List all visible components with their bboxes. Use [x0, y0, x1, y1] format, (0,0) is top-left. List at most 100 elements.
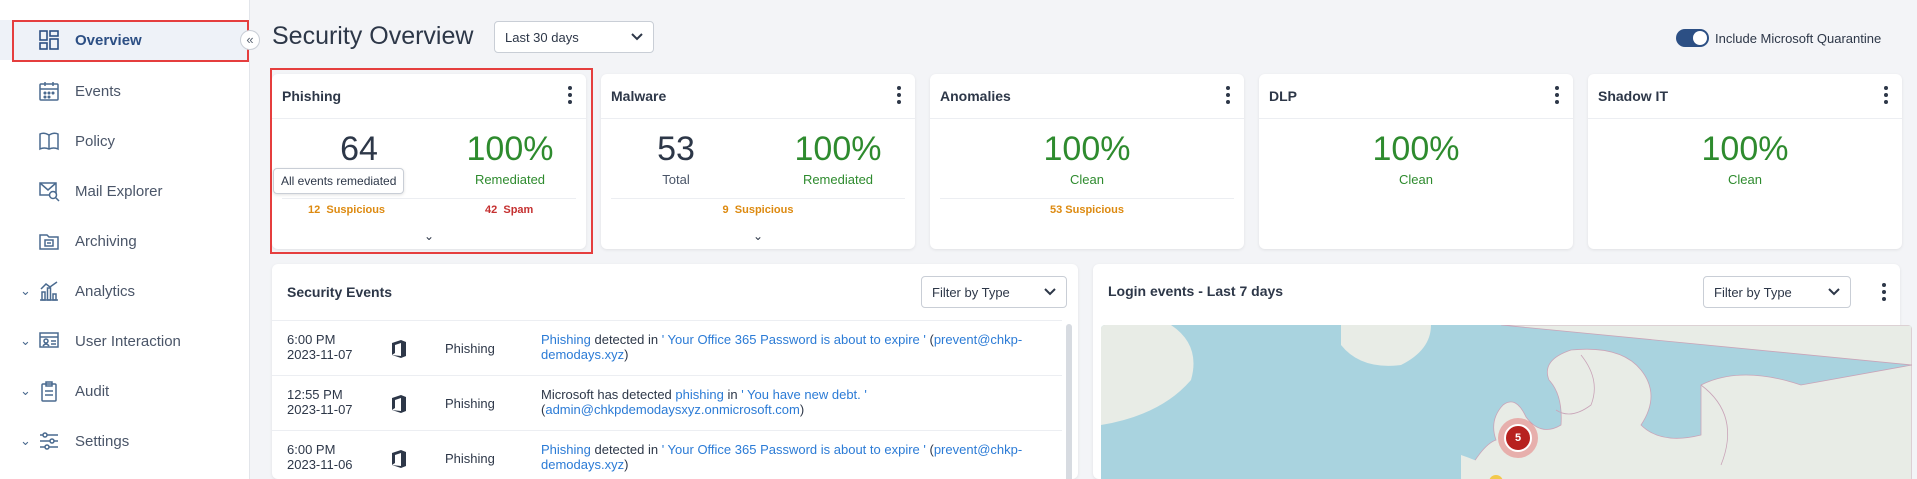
- world-map[interactable]: 5: [1101, 325, 1912, 479]
- sidebar-item-label: Audit: [75, 382, 110, 400]
- event-time: 12:55 PM 2023-11-07: [287, 387, 353, 417]
- chevron-down-icon: ⌄: [20, 383, 31, 398]
- sidebar-item-mail-explorer[interactable]: Mail Explorer: [0, 171, 250, 211]
- sidebar-item-audit[interactable]: ⌄ Audit: [0, 371, 250, 411]
- card-title: DLP: [1269, 88, 1297, 104]
- sidebar: Overview Events Policy Mail Explorer Arc…: [0, 0, 250, 479]
- malware-total-stat: 53 Total: [601, 130, 751, 187]
- sidebar-item-label: Mail Explorer: [75, 182, 163, 200]
- quarantine-toggle[interactable]: [1676, 29, 1709, 47]
- office-icon: [392, 395, 406, 413]
- kebab-menu-icon[interactable]: [1884, 86, 1888, 104]
- sidebar-item-user-interaction[interactable]: ⌄ User Interaction: [0, 321, 250, 361]
- card-title: Anomalies: [940, 88, 1011, 104]
- stat-value: 100%: [794, 130, 882, 168]
- divider: [601, 118, 915, 119]
- chevron-down-icon[interactable]: ⌄: [424, 229, 434, 243]
- kebab-menu-icon[interactable]: [568, 86, 572, 104]
- card-title: Shadow IT: [1598, 88, 1668, 104]
- spam-badge[interactable]: 42 Spam: [485, 204, 533, 216]
- phishing-remediated-stat: 100% Remediated: [435, 130, 585, 187]
- suspicious-badge[interactable]: 12 Suspicious: [308, 204, 385, 216]
- sidebar-item-label: Archiving: [75, 232, 137, 250]
- chevron-down-icon: [631, 33, 643, 41]
- malware-card[interactable]: Malware 53 Total 100% Remediated 9 Suspi…: [601, 74, 915, 249]
- double-chevron-left-icon[interactable]: «: [240, 30, 260, 50]
- phishing-card[interactable]: Phishing 64 100% Remediated 12 Suspiciou…: [272, 74, 586, 249]
- sidebar-item-archiving[interactable]: Archiving: [0, 221, 250, 261]
- event-type-filter[interactable]: Filter by Type: [921, 276, 1067, 308]
- divider: [1588, 118, 1902, 119]
- security-events-panel: Security Events Filter by Type 6:00 PM 20…: [272, 264, 1078, 479]
- remediated-tooltip: All events remediated: [273, 168, 405, 194]
- stat-value: 100%: [1043, 130, 1131, 168]
- stat-label: Remediated: [802, 172, 874, 187]
- stat-label: Total: [662, 172, 690, 187]
- table-row[interactable]: 12:55 PM 2023-11-07 Phishing Microsoft ha…: [272, 375, 1062, 430]
- stat-value: 64: [340, 130, 378, 168]
- sidebar-item-label: User Interaction: [75, 332, 181, 350]
- sidebar-item-label: Policy: [75, 132, 116, 150]
- active-highlight: [12, 20, 249, 62]
- kebab-menu-icon[interactable]: [897, 86, 901, 104]
- sidebar-item-label: Settings: [75, 432, 130, 450]
- book-icon: [39, 132, 59, 151]
- panel-title: Security Events: [287, 284, 393, 300]
- sidebar-item-events[interactable]: Events: [0, 71, 250, 111]
- archive-icon: [39, 234, 59, 250]
- sidebar-item-settings[interactable]: ⌄ Settings: [0, 421, 250, 461]
- anomalies-card[interactable]: Anomalies 100% Clean 53 Suspicious: [930, 74, 1244, 249]
- login-cluster-marker[interactable]: 5: [1498, 418, 1538, 458]
- sidebar-item-label: Events: [75, 82, 121, 100]
- filter-value: Filter by Type: [932, 284, 1010, 300]
- kebab-menu-icon[interactable]: [1555, 86, 1559, 104]
- divider: [272, 118, 586, 119]
- event-time: 6:00 PM 2023-11-06: [287, 442, 353, 472]
- event-description: Phishing detected in ' Your Office 365 P…: [541, 442, 1023, 472]
- shadow-it-clean-stat: 100% Clean: [1670, 130, 1820, 187]
- card-title: Malware: [611, 88, 667, 104]
- suspicious-badge[interactable]: 53 Suspicious: [1050, 204, 1124, 216]
- map-land: [1101, 325, 1912, 479]
- dlp-card[interactable]: DLP 100% Clean: [1259, 74, 1573, 249]
- chevron-down-icon: ⌄: [20, 283, 31, 298]
- login-type-filter[interactable]: Filter by Type: [1703, 276, 1851, 308]
- user-interaction-icon: [39, 332, 59, 348]
- event-time: 6:00 PM 2023-11-07: [287, 332, 353, 362]
- chevron-down-icon: [1828, 288, 1840, 296]
- stat-label: Remediated: [474, 172, 546, 187]
- stat-value: 53: [657, 130, 695, 168]
- event-type: Phishing: [445, 451, 495, 466]
- scrollbar[interactable]: [1066, 324, 1072, 479]
- chevron-down-icon[interactable]: ⌄: [753, 229, 763, 243]
- table-row[interactable]: 6:00 PM 2023-11-06 Phishing Phishing dete…: [272, 430, 1062, 479]
- stat-value: 100%: [1701, 130, 1789, 168]
- shadow-it-card[interactable]: Shadow IT 100% Clean: [1588, 74, 1902, 249]
- chevron-down-icon: [1044, 288, 1056, 296]
- panel-title: Login events - Last 7 days: [1108, 283, 1284, 299]
- event-type: Phishing: [445, 396, 495, 411]
- date-range-select[interactable]: Last 30 days: [494, 21, 654, 53]
- sidebar-item-analytics[interactable]: ⌄ Analytics: [0, 271, 250, 311]
- kebab-menu-icon[interactable]: [1882, 283, 1886, 301]
- mail-search-icon: [39, 182, 60, 202]
- page-title: Security Overview: [272, 22, 474, 50]
- event-type: Phishing: [445, 341, 495, 356]
- calendar-icon: [39, 82, 59, 101]
- sidebar-item-policy[interactable]: Policy: [0, 121, 250, 161]
- office-icon: [392, 450, 406, 468]
- sidebar-item-label: Analytics: [75, 282, 136, 300]
- kebab-menu-icon[interactable]: [1226, 86, 1230, 104]
- badge-row: 53 Suspicious: [930, 204, 1244, 216]
- divider: [282, 198, 576, 199]
- sliders-icon: [40, 432, 58, 450]
- badge-row: 9 Suspicious: [601, 204, 915, 216]
- cluster-count: 5: [1504, 424, 1532, 452]
- quarantine-toggle-group: Include Microsoft Quarantine: [1676, 29, 1881, 47]
- phishing-total-stat: 64: [284, 130, 434, 168]
- divider: [1259, 118, 1573, 119]
- stat-value: 100%: [466, 130, 554, 168]
- table-row[interactable]: 6:00 PM 2023-11-07 Phishing Phishing dete…: [272, 320, 1062, 375]
- suspicious-badge[interactable]: 9 Suspicious: [723, 204, 794, 216]
- office-icon: [392, 340, 406, 358]
